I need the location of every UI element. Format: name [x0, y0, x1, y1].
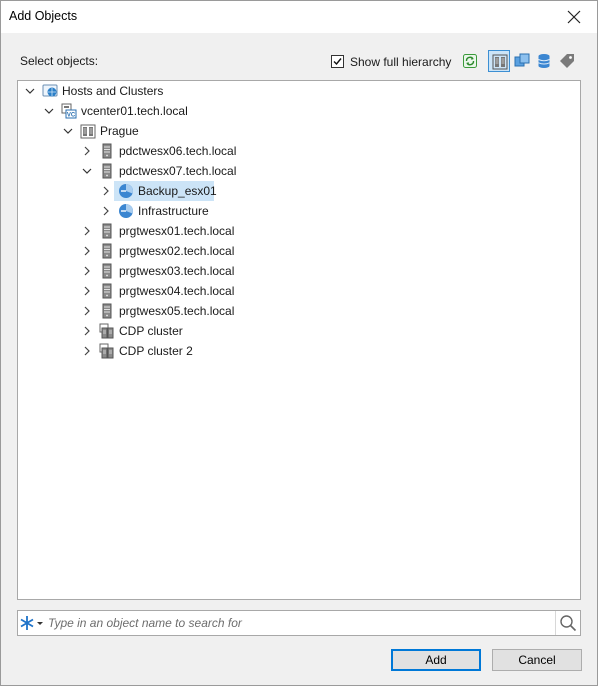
tree-node-label: CDP cluster [119, 324, 183, 338]
search-input[interactable] [48, 614, 548, 632]
refresh-button[interactable] [459, 50, 481, 72]
hosts-and-clusters-view-button[interactable] [488, 50, 510, 72]
add-objects-dialog: Add Objects Select objects: Show full hi… [0, 0, 598, 686]
chevron-right-icon[interactable] [82, 326, 92, 336]
chevron-right-icon[interactable] [101, 206, 111, 216]
host-icon [102, 143, 112, 159]
datacenter-icon [80, 124, 96, 139]
title-bar: Add Objects [1, 1, 597, 33]
resource-pool-icon [119, 204, 133, 218]
chevron-down-icon[interactable] [44, 106, 54, 116]
chevron-right-icon[interactable] [82, 226, 92, 236]
asterisk-filter-icon [20, 616, 43, 630]
tree-node-cluster[interactable]: CDP cluster 2 [18, 341, 578, 361]
tree-node-host[interactable]: prgtwesx03.tech.local [18, 261, 578, 281]
chevron-down-icon[interactable] [63, 126, 73, 136]
tree-node-label: prgtwesx02.tech.local [119, 244, 235, 258]
tree-node-label: prgtwesx03.tech.local [119, 264, 235, 278]
host-icon [102, 263, 112, 279]
vms-and-templates-view-button[interactable] [511, 50, 533, 72]
checkmark-icon [333, 58, 342, 66]
tree-node-label: Infrastructure [138, 204, 209, 218]
search-box [17, 610, 581, 636]
tree-node-label: pdctwesx06.tech.local [119, 144, 237, 158]
tree-node-label: Backup_esx01 [138, 184, 217, 198]
tags-view-icon [560, 54, 574, 68]
cluster-icon [99, 323, 114, 339]
show-full-hierarchy-checkbox[interactable] [331, 55, 344, 68]
tags-view-button[interactable] [556, 50, 578, 72]
chevron-right-icon[interactable] [82, 306, 92, 316]
chevron-right-icon[interactable] [101, 186, 111, 196]
vcenter-icon: VC [61, 103, 77, 119]
tree-node-label: Prague [100, 124, 139, 138]
chevron-down-icon[interactable] [82, 166, 92, 176]
chevron-right-icon[interactable] [82, 246, 92, 256]
chevron-right-icon[interactable] [82, 266, 92, 276]
chevron-right-icon[interactable] [82, 146, 92, 156]
tree-node-host[interactable]: prgtwesx01.tech.local [18, 221, 578, 241]
cluster-icon [99, 343, 114, 359]
refresh-icon [463, 54, 477, 68]
datastores-view-button[interactable] [533, 50, 555, 72]
host-icon [102, 163, 112, 179]
select-objects-label: Select objects: [20, 54, 99, 68]
host-icon [102, 243, 112, 259]
search-button[interactable] [555, 611, 580, 635]
tree-node-hosts-and-clusters[interactable]: Hosts and Clusters [18, 81, 578, 101]
datastores-view-icon [538, 54, 550, 68]
resource-pool-icon [119, 184, 133, 198]
tree-node-label: CDP cluster 2 [119, 344, 193, 358]
hosts-clusters-icon [42, 84, 58, 97]
chevron-right-icon[interactable] [82, 286, 92, 296]
host-icon [102, 283, 112, 299]
chevron-right-icon[interactable] [82, 346, 92, 356]
tree-node-cluster[interactable]: CDP cluster [18, 321, 578, 341]
tree-node-vcenter[interactable]: VC vcenter01.tech.local [18, 101, 578, 121]
tree-node-resource-pool-selected[interactable]: Backup_esx01 [18, 181, 578, 201]
show-full-hierarchy-label[interactable]: Show full hierarchy [350, 55, 451, 69]
host-icon [102, 303, 112, 319]
close-button[interactable] [551, 1, 597, 33]
search-icon [560, 615, 577, 632]
tree-node-host[interactable]: prgtwesx05.tech.local [18, 301, 578, 321]
tree-node-label: Hosts and Clusters [62, 84, 164, 98]
vms-and-templates-view-icon [514, 53, 530, 67]
tree-node-label: prgtwesx05.tech.local [119, 304, 235, 318]
tree-node-prague[interactable]: Prague [18, 121, 578, 141]
tree-node-host[interactable]: pdctwesx07.tech.local [18, 161, 578, 181]
tree-node-label: pdctwesx07.tech.local [119, 164, 237, 178]
window-title: Add Objects [9, 9, 78, 23]
tree-node-label: prgtwesx04.tech.local [119, 284, 235, 298]
tree-node-host[interactable]: pdctwesx06.tech.local [18, 141, 578, 161]
add-button[interactable]: Add [391, 649, 481, 671]
tree-node-resource-pool[interactable]: Infrastructure [18, 201, 578, 221]
objects-tree[interactable]: Hosts and Clusters VC vcenter01.tech.loc… [17, 80, 581, 600]
tree-node-label: vcenter01.tech.local [81, 104, 188, 118]
svg-text:VC: VC [67, 113, 76, 119]
tree-node-host[interactable]: prgtwesx04.tech.local [18, 281, 578, 301]
chevron-down-icon[interactable] [25, 86, 35, 96]
search-filter-dropdown[interactable] [18, 611, 46, 635]
hosts-and-clusters-view-icon [492, 54, 508, 70]
tree-node-label: prgtwesx01.tech.local [119, 224, 235, 238]
cancel-button[interactable]: Cancel [492, 649, 582, 671]
host-icon [102, 223, 112, 239]
close-icon [567, 10, 581, 24]
tree-node-host[interactable]: prgtwesx02.tech.local [18, 241, 578, 261]
